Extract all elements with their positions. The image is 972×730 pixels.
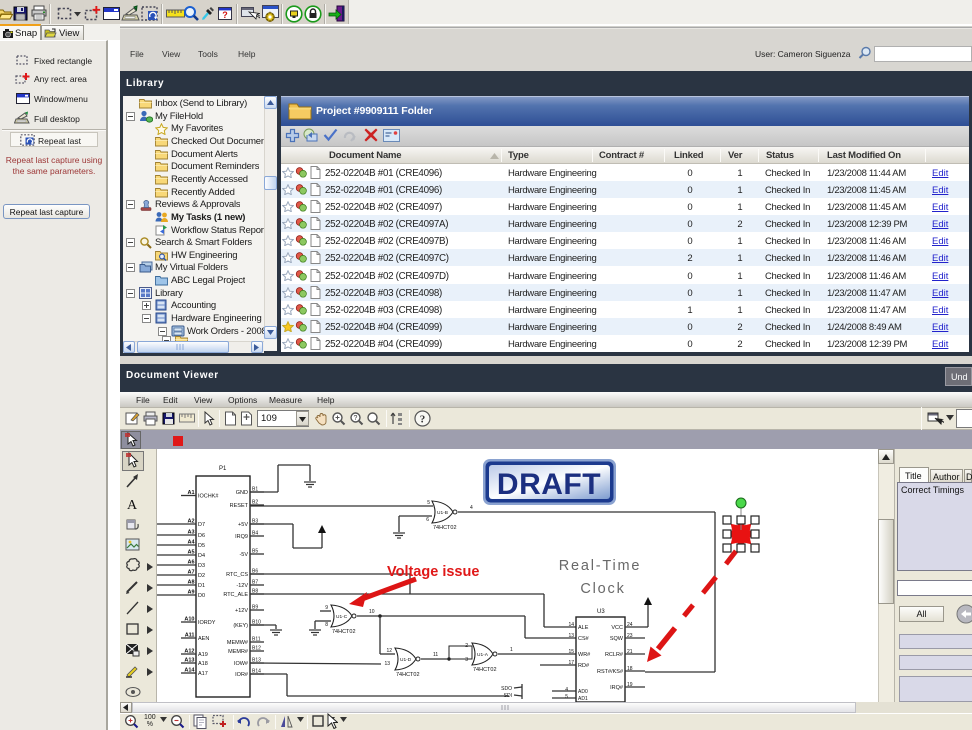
svg-text:U1-B: U1-B: [437, 510, 448, 516]
svg-text:Real-Time: Real-Time: [559, 558, 642, 574]
svg-text:5: 5: [427, 500, 430, 506]
svg-text:RTC_ALE: RTC_ALE: [223, 592, 248, 598]
svg-text:A3: A3: [187, 530, 194, 536]
svg-text:RST#/KS#: RST#/KS#: [597, 669, 624, 675]
svg-text:SQW: SQW: [610, 636, 624, 642]
svg-text:-5V: -5V: [239, 552, 248, 558]
svg-text:RESET: RESET: [230, 503, 249, 509]
svg-text:1: 1: [510, 647, 513, 653]
svg-text:74HCT02: 74HCT02: [396, 672, 420, 678]
svg-text:ALE: ALE: [578, 625, 589, 631]
svg-text:11: 11: [433, 652, 438, 658]
svg-text:A: A: [127, 498, 138, 512]
svg-text:3: 3: [465, 657, 468, 663]
svg-text:D3: D3: [198, 563, 205, 569]
svg-text:74HCT02: 74HCT02: [433, 525, 457, 531]
svg-text:D2: D2: [198, 573, 205, 579]
svg-text:13: 13: [568, 633, 574, 639]
svg-text:A7: A7: [187, 570, 194, 576]
svg-text:AEN: AEN: [198, 636, 209, 642]
svg-text:IRQ#: IRQ#: [610, 685, 624, 691]
svg-text:D0: D0: [198, 593, 205, 599]
svg-text:14: 14: [568, 622, 574, 628]
svg-text:RCLR#: RCLR#: [605, 652, 624, 658]
svg-text:8: 8: [325, 622, 328, 628]
svg-text:4: 4: [470, 505, 473, 511]
svg-text:-12V: -12V: [236, 583, 248, 589]
svg-text:A11: A11: [185, 633, 195, 639]
svg-text:4: 4: [565, 687, 568, 693]
svg-text:RTC_CS: RTC_CS: [226, 572, 248, 578]
svg-text:WR#: WR#: [578, 652, 591, 658]
svg-text:?: ?: [222, 10, 228, 20]
svg-text:CS#: CS#: [578, 636, 590, 642]
svg-text:A14: A14: [184, 668, 195, 674]
svg-text:A10: A10: [184, 617, 194, 623]
svg-text:+12V: +12V: [235, 608, 248, 614]
svg-text:+5V: +5V: [238, 522, 248, 528]
svg-text:Clock: Clock: [580, 581, 625, 597]
svg-text:U1-A: U1-A: [477, 652, 489, 658]
svg-text:GND: GND: [236, 490, 248, 496]
svg-text:A13: A13: [184, 658, 194, 664]
svg-text:5: 5: [565, 694, 568, 700]
svg-text:RD#: RD#: [578, 663, 590, 669]
svg-text:A18: A18: [198, 661, 208, 667]
svg-text:D1: D1: [198, 583, 205, 589]
svg-text:SDO: SDO: [501, 686, 512, 692]
svg-text:A9: A9: [187, 590, 194, 596]
svg-text:A4: A4: [187, 540, 195, 546]
svg-text:A19: A19: [198, 652, 208, 658]
svg-text:U3: U3: [597, 609, 605, 615]
svg-text:74HCT02: 74HCT02: [332, 629, 356, 635]
svg-text:D6: D6: [198, 533, 205, 539]
svg-text:IOR#: IOR#: [235, 672, 249, 678]
svg-text:P1: P1: [219, 466, 227, 472]
svg-text:A6: A6: [187, 560, 194, 566]
svg-text:9: 9: [325, 605, 328, 611]
svg-text:74HCT02: 74HCT02: [473, 667, 497, 673]
svg-text:6: 6: [426, 517, 429, 523]
svg-text:IOCHK#: IOCHK#: [198, 494, 219, 500]
svg-text:(KEY): (KEY): [233, 623, 248, 629]
svg-text:IOW#: IOW#: [234, 661, 249, 667]
svg-text:?: ?: [420, 414, 426, 426]
svg-text:A5: A5: [187, 550, 194, 556]
svg-text:15: 15: [568, 649, 574, 655]
svg-text:A17: A17: [198, 671, 208, 677]
svg-text:MEMR#: MEMR#: [228, 649, 249, 655]
svg-text:A2: A2: [187, 519, 194, 525]
svg-text:SDI: SDI: [504, 693, 512, 699]
svg-text:D4: D4: [198, 553, 205, 559]
svg-text:MEMW#: MEMW#: [227, 640, 249, 646]
svg-text:U1-D: U1-D: [400, 657, 412, 663]
svg-text:?: ?: [354, 415, 358, 422]
svg-text:D5: D5: [198, 543, 205, 549]
svg-text:2: 2: [465, 643, 468, 649]
svg-text:10: 10: [369, 609, 375, 615]
svg-text:U1-C: U1-C: [336, 614, 348, 620]
svg-text:VCC: VCC: [611, 625, 623, 631]
svg-text:A1: A1: [187, 490, 194, 496]
svg-text:AD0: AD0: [578, 689, 588, 695]
svg-text:13: 13: [384, 661, 390, 667]
svg-text:12: 12: [386, 648, 392, 654]
svg-text:IRQ9: IRQ9: [235, 534, 248, 540]
svg-text:A8: A8: [187, 580, 194, 586]
svg-text:Voltage issue: Voltage issue: [387, 564, 479, 580]
svg-text:D7: D7: [198, 522, 205, 528]
svg-text:IORDY: IORDY: [198, 620, 216, 626]
svg-text:DRAFT: DRAFT: [497, 468, 601, 501]
svg-text:A12: A12: [184, 649, 194, 655]
